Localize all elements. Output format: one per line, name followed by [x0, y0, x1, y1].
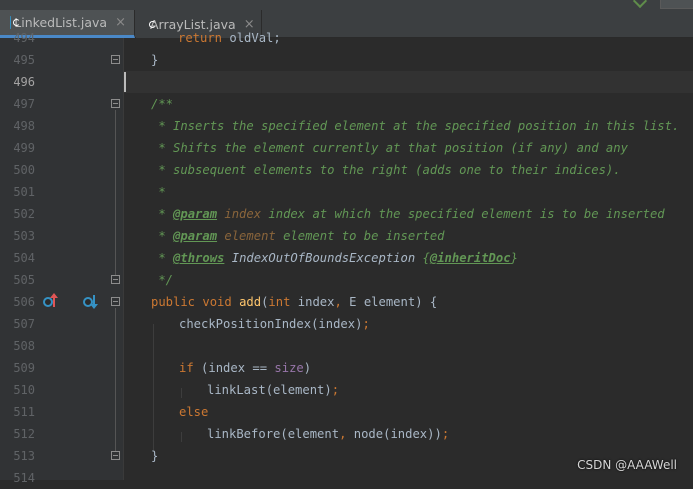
fold-icon[interactable] — [111, 55, 120, 64]
toolbar-widget[interactable] — [660, 0, 693, 9]
line-number: 512 — [0, 423, 35, 445]
code-line: 502 * @param index index at which the sp… — [0, 203, 693, 225]
line-number: 502 — [0, 203, 35, 225]
code-line: 499 * Shifts the element currently at th… — [0, 137, 693, 159]
line-number: 508 — [0, 335, 35, 357]
code-line: 509 if (index == size) — [0, 357, 693, 379]
code-line: 503 * @param element element to be inser… — [0, 225, 693, 247]
line-number: 505 — [0, 269, 35, 291]
line-number: 498 — [0, 115, 35, 137]
line-number: 499 — [0, 137, 35, 159]
green-check-icon — [633, 0, 647, 8]
line-number: 503 — [0, 225, 35, 247]
fold-icon[interactable] — [111, 99, 120, 108]
code-line: 497 /** — [0, 93, 693, 115]
code-line: 508 — [0, 335, 693, 357]
line-number: 509 — [0, 357, 35, 379]
code-line: 506 public void add(int index, E element… — [0, 291, 693, 313]
code-line: 504 * @throws IndexOutOfBoundsException … — [0, 247, 693, 269]
code-line: 510 linkLast(element); — [0, 379, 693, 401]
code-line: 507 checkPositionIndex(index); — [0, 313, 693, 335]
line-number: 511 — [0, 401, 35, 423]
code-line: 501 * — [0, 181, 693, 203]
line-number: 506 — [0, 291, 35, 313]
fold-icon[interactable] — [111, 275, 120, 284]
code-line: 505 */ — [0, 269, 693, 291]
line-number: 500 — [0, 159, 35, 181]
fold-icon[interactable] — [111, 297, 120, 306]
overridden-method-icon[interactable] — [83, 295, 97, 309]
code-line: 500 * subsequent elements to the right (… — [0, 159, 693, 181]
line-number: 510 — [0, 379, 35, 401]
code-line: 511 else — [0, 401, 693, 423]
implementing-method-icon[interactable] — [43, 295, 57, 309]
line-number: 507 — [0, 313, 35, 335]
line-number: 496 — [0, 71, 35, 93]
code-line: 512 linkBefore(element, node(index)); — [0, 423, 693, 445]
line-number: 501 — [0, 181, 35, 203]
line-number: 504 — [0, 247, 35, 269]
fold-icon[interactable] — [111, 451, 120, 460]
line-number: 494 — [0, 27, 35, 49]
line-number: 513 — [0, 445, 35, 467]
code-line: 494 return oldVal; — [0, 27, 693, 49]
code-line: 495 } — [0, 49, 693, 71]
watermark: CSDN @AAAWell — [577, 458, 677, 472]
line-number: 514 — [0, 467, 35, 489]
line-number: 495 — [0, 49, 35, 71]
code-line: 498 * Inserts the specified element at t… — [0, 115, 693, 137]
line-number: 497 — [0, 93, 35, 115]
code-line: 496 — [0, 71, 693, 93]
code-editor[interactable]: 494 return oldVal; 495 } 496 497 /** 498… — [0, 38, 693, 480]
